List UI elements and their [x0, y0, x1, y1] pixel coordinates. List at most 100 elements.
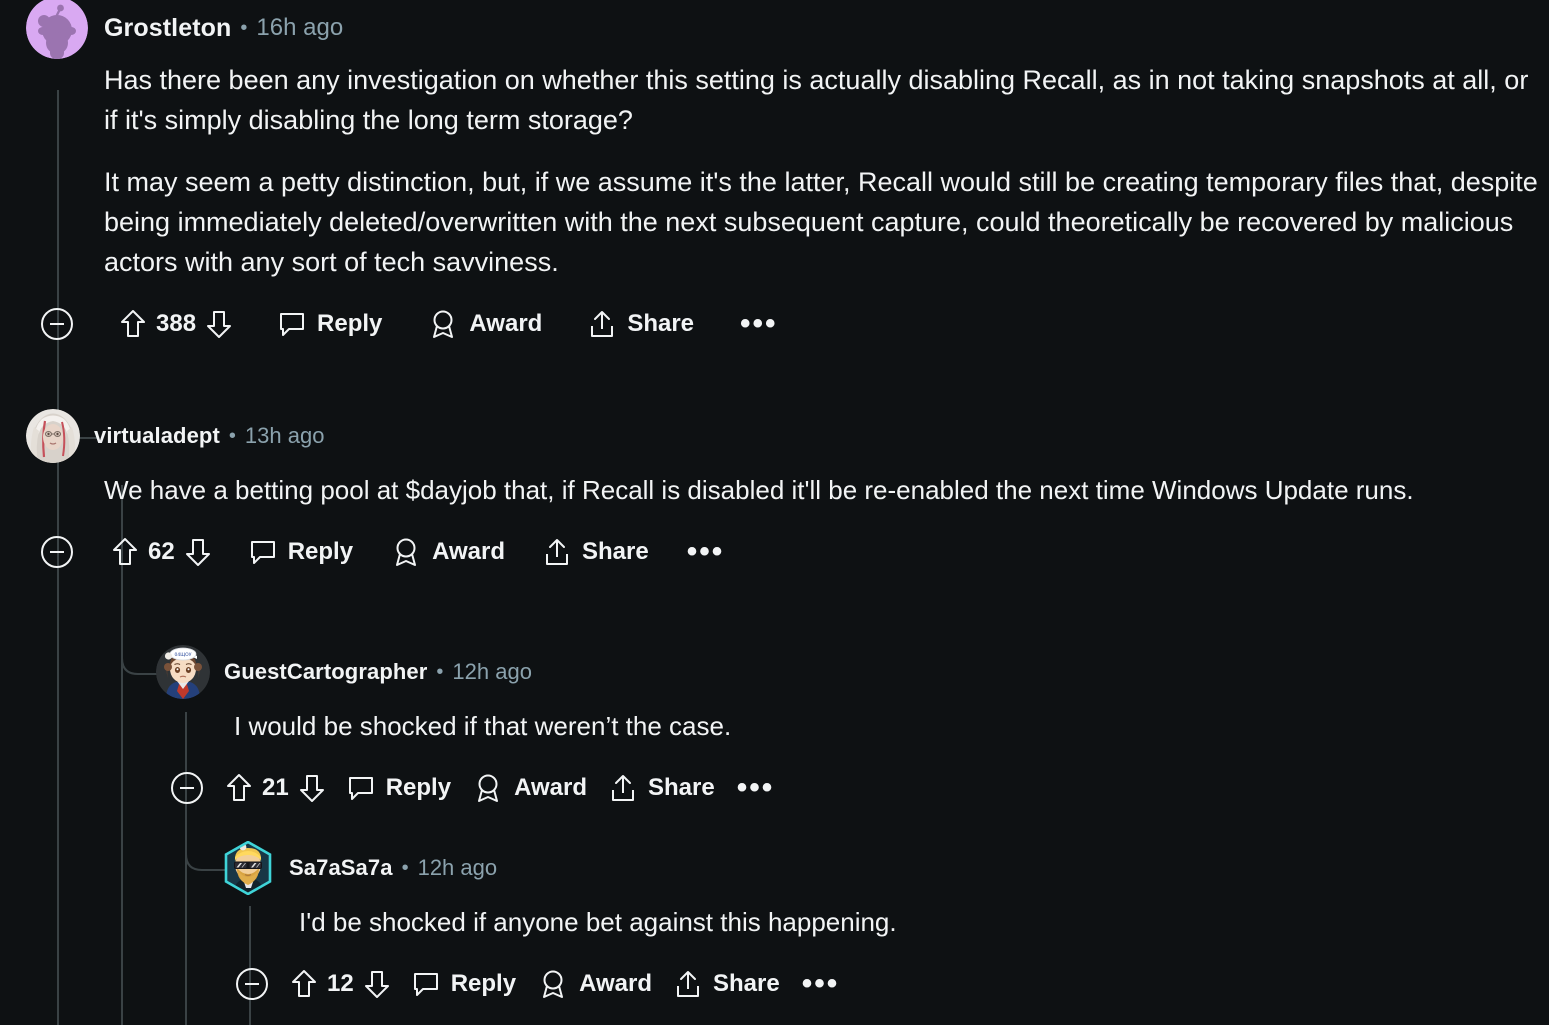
upvote-icon — [121, 310, 145, 337]
collapse-button[interactable] — [170, 771, 204, 805]
comment-actions: 12 Reply Award Share ••• — [195, 958, 1549, 1010]
comment-bubble-icon — [280, 313, 305, 336]
svg-text:04ЩОУ: 04ЩОУ — [175, 652, 192, 658]
collapse-icon — [41, 536, 73, 568]
downvote-button[interactable] — [206, 309, 232, 339]
overflow-menu-button[interactable]: ••• — [740, 309, 778, 339]
upvote-icon — [292, 970, 316, 997]
separator-dot: • — [401, 857, 409, 879]
comment-body: Has there been any investigation on whet… — [0, 56, 1549, 282]
portrait-white-hair-avatar-icon — [26, 409, 80, 463]
award-button[interactable]: Award — [473, 773, 587, 803]
vote-count: 388 — [156, 310, 197, 337]
comment-body: I would be shocked if that weren’t the c… — [130, 700, 1549, 746]
username[interactable]: Sa7aSa7a — [289, 855, 393, 881]
share-label: Share — [647, 774, 715, 801]
upvote-button[interactable] — [120, 309, 146, 339]
upvote-icon — [113, 538, 137, 565]
vote-count: 12 — [327, 970, 354, 997]
upvote-button[interactable] — [226, 773, 252, 803]
collapse-button[interactable] — [40, 307, 74, 341]
share-icon — [611, 775, 634, 801]
share-icon — [676, 971, 699, 997]
comment-guestcartographer: 04ЩОУ GuestCartographer • 12h ago I woul… — [130, 644, 1549, 814]
award-button[interactable]: Award — [538, 969, 652, 999]
reply-button[interactable]: Reply — [278, 310, 382, 338]
award-icon — [433, 310, 454, 338]
share-label: Share — [627, 310, 695, 337]
anime-sailor-hat-avatar-icon: 04ЩОУ — [156, 645, 210, 699]
comment-header: virtualadept • 13h ago — [0, 408, 1484, 464]
avatar[interactable] — [26, 0, 88, 59]
award-icon — [478, 774, 499, 802]
comment-actions: 21 Reply Award Share ••• — [130, 762, 1549, 814]
downvote-icon — [207, 311, 232, 338]
upvote-icon — [227, 774, 251, 801]
hexagon-sunglasses-avatar-icon — [224, 841, 272, 895]
award-label: Award — [432, 538, 505, 565]
comment-header: Sa7aSa7a • 12h ago — [195, 840, 1549, 896]
downvote-icon — [364, 971, 389, 998]
award-icon — [396, 538, 417, 566]
share-icon — [591, 311, 614, 337]
comment-bubble-icon — [250, 541, 275, 564]
share-label: Share — [581, 538, 649, 565]
award-label: Award — [579, 970, 652, 997]
vote-group: 62 — [112, 537, 211, 567]
separator-dot: • — [228, 425, 236, 447]
timestamp: 12h ago — [417, 855, 498, 880]
avatar[interactable]: 04ЩОУ — [156, 645, 210, 699]
comment-grostleton: Grostleton • 16h ago Has there been any … — [0, 0, 1549, 350]
snoo-purple-avatar-icon — [26, 0, 88, 59]
share-button[interactable]: Share — [543, 537, 649, 567]
comment-header: Grostleton • 16h ago — [0, 0, 1549, 59]
avatar[interactable] — [221, 841, 275, 895]
vote-group: 388 — [120, 309, 232, 339]
share-button[interactable]: Share — [674, 969, 780, 999]
upvote-button[interactable] — [112, 537, 138, 567]
share-icon — [545, 539, 568, 565]
comment-actions: 62 Reply Award Share ••• — [0, 526, 1484, 578]
downvote-button[interactable] — [364, 969, 390, 999]
award-button[interactable]: Award — [391, 537, 505, 567]
downvote-button[interactable] — [299, 773, 325, 803]
comment-body: We have a betting pool at $dayjob that, … — [0, 464, 1484, 510]
overflow-menu-button[interactable]: ••• — [737, 773, 775, 803]
upvote-button[interactable] — [291, 969, 317, 999]
comment-thread: Grostleton • 16h ago Has there been any … — [0, 0, 1549, 1025]
award-button[interactable]: Award — [428, 309, 542, 339]
share-button[interactable]: Share — [588, 309, 694, 339]
comment-header: 04ЩОУ GuestCartographer • 12h ago — [130, 644, 1549, 700]
reply-button[interactable]: Reply — [412, 970, 516, 998]
comment-paragraph: Has there been any investigation on whet… — [104, 65, 1529, 135]
reply-label: Reply — [385, 774, 452, 801]
collapse-button[interactable] — [40, 535, 74, 569]
vote-count: 62 — [148, 538, 175, 565]
share-button[interactable]: Share — [609, 773, 715, 803]
comment-paragraph: I'd be shocked if anyone bet against thi… — [299, 907, 897, 937]
username[interactable]: Grostleton — [104, 14, 231, 43]
comment-bubble-icon — [348, 777, 373, 800]
comment-sa7asa7a: Sa7aSa7a • 12h ago I'd be shocked if any… — [195, 840, 1549, 1010]
collapse-icon — [236, 968, 268, 1000]
reply-button[interactable]: Reply — [249, 538, 353, 566]
collapse-icon — [41, 308, 73, 340]
vote-group: 12 — [291, 969, 390, 999]
avatar[interactable] — [26, 409, 80, 463]
username[interactable]: GuestCartographer — [224, 659, 427, 685]
collapse-button[interactable] — [235, 967, 269, 1001]
username[interactable]: virtualadept — [94, 423, 220, 449]
collapse-icon — [171, 772, 203, 804]
timestamp: 13h ago — [244, 423, 325, 448]
award-label: Award — [514, 774, 587, 801]
timestamp: 12h ago — [452, 659, 532, 684]
comment-paragraph: We have a betting pool at $dayjob that, … — [104, 475, 1414, 505]
downvote-button[interactable] — [185, 537, 211, 567]
overflow-menu-button[interactable]: ••• — [802, 969, 840, 999]
share-label: Share — [712, 970, 780, 997]
reply-button[interactable]: Reply — [347, 774, 451, 802]
comment-bubble-icon — [413, 973, 438, 996]
overflow-menu-button[interactable]: ••• — [687, 537, 725, 567]
separator-dot: • — [240, 17, 248, 39]
comment-paragraph: It may seem a petty distinction, but, if… — [104, 167, 1538, 277]
